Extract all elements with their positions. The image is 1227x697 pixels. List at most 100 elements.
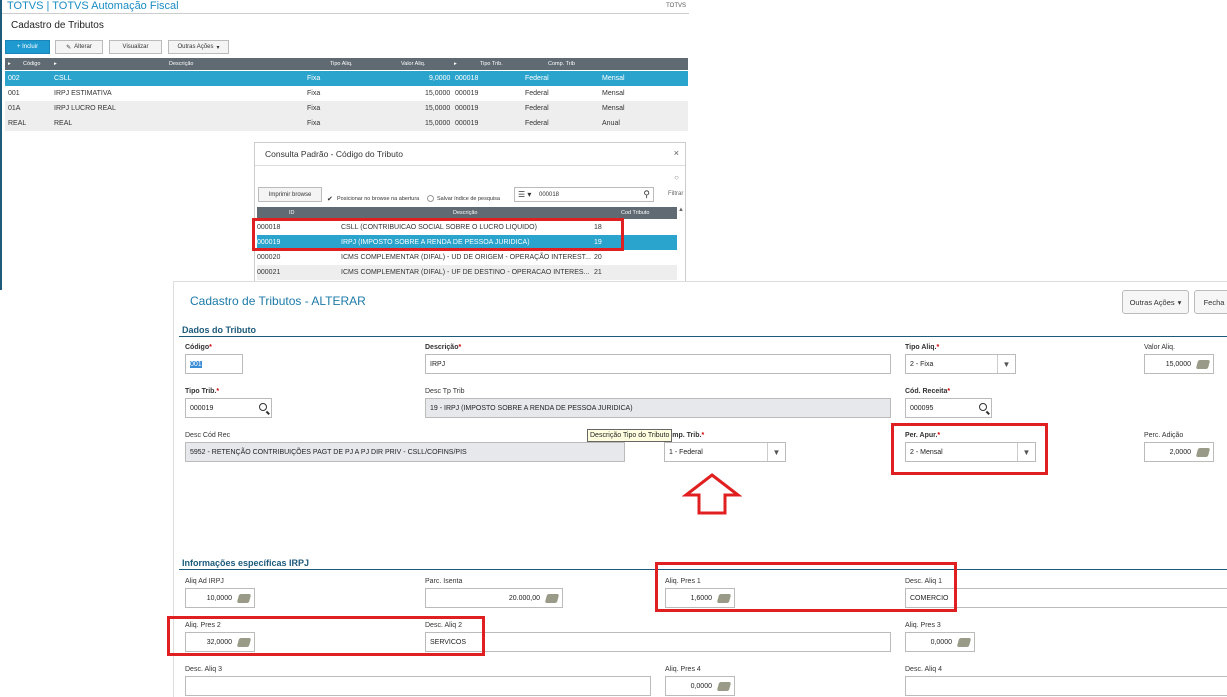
- scroll-up-icon[interactable]: ▲: [678, 207, 684, 213]
- cell-trib: 000018: [455, 75, 479, 82]
- arrow-up-icon: [682, 473, 742, 515]
- pres4-field[interactable]: 0,0000: [665, 676, 735, 696]
- divider: [255, 165, 685, 166]
- cell-per: Mensal: [602, 75, 625, 82]
- incluir-button[interactable]: + Incluir: [5, 40, 50, 54]
- dialog-title: Consulta Padrão - Código do Tributo: [265, 149, 403, 159]
- col-id[interactable]: ID: [289, 210, 295, 216]
- cell-codigo: 002: [8, 75, 20, 82]
- search-icon[interactable]: ⚲: [643, 189, 650, 200]
- filtrar-link[interactable]: Filtrar: [668, 191, 683, 197]
- cell-tipo: Fixa: [307, 75, 321, 82]
- col-tipo-aliq[interactable]: Tipo Aliq.: [330, 61, 352, 67]
- caret-down-icon: ▾: [1177, 297, 1182, 307]
- tipo-aliq-label: Tipo Aliq.*: [905, 344, 940, 351]
- valor-aliq-label: Valor Aliq.: [1144, 344, 1175, 351]
- descricao-field[interactable]: IRPJ: [425, 354, 891, 374]
- codigo-value: 001: [190, 361, 202, 368]
- visualizar-button[interactable]: Visualizar: [109, 40, 162, 54]
- cell-comp: Federal: [525, 120, 549, 127]
- cell-comp: Federal: [525, 90, 549, 97]
- highlight-box: [167, 616, 485, 656]
- column-selector-icon[interactable]: ☰ ▾: [518, 190, 531, 199]
- calculator-icon[interactable]: [544, 594, 560, 603]
- cell-codigo: 01A: [8, 105, 21, 112]
- col-tipo-trib[interactable]: Tipo Trib.: [480, 61, 503, 67]
- form-title: Cadastro de Tributos - ALTERAR: [190, 294, 366, 308]
- highlight-box: [252, 218, 624, 251]
- aliq-ad-field[interactable]: 10,0000: [185, 588, 255, 608]
- cell-valor: 15,0000: [425, 120, 451, 127]
- tipo-aliq-select[interactable]: 2 - Fixa ▼: [905, 354, 1016, 374]
- outras-acoes-button[interactable]: Outras Ações ▾: [1122, 290, 1189, 314]
- brand-label: TOTVS: [666, 3, 686, 9]
- circle-icon[interactable]: ○: [674, 173, 679, 182]
- col-descricao[interactable]: Descrição: [169, 61, 193, 67]
- table-row[interactable]: REAL REAL Fixa 15,0000 000019 Federal Anual: [5, 116, 688, 131]
- search-icon[interactable]: [259, 403, 267, 411]
- desc-cod-rec-field: 5952 - RETENÇÃO CONTRIBUIÇÕES PAGT DE PJ…: [185, 442, 625, 462]
- search-icon[interactable]: [979, 403, 987, 411]
- list-item[interactable]: 000020 ICMS COMPLEMENTAR (DIFAL) - UD DE …: [257, 250, 677, 265]
- outras-label: Outras Ações: [1129, 297, 1175, 307]
- sort-icon: ▸: [454, 61, 457, 67]
- pres3-field[interactable]: 0,0000: [905, 632, 975, 652]
- fechar-button[interactable]: Fecha: [1194, 290, 1227, 314]
- table-row[interactable]: 001 IRPJ ESTIMATIVA Fixa 15,0000 000019 Feder…: [5, 86, 688, 101]
- col-codigo[interactable]: Código: [23, 61, 40, 67]
- col-cod-tributo[interactable]: Cod Tributo: [621, 210, 649, 216]
- codigo-label: Código*: [185, 344, 212, 351]
- cell-codigo: REAL: [8, 120, 27, 127]
- cell-descricao: CSLL: [54, 75, 72, 82]
- perc-adicao-field[interactable]: 2,0000: [1144, 442, 1214, 462]
- app-title: TOTVS | TOTVS Automação Fiscal: [7, 0, 179, 12]
- calculator-icon[interactable]: [236, 594, 252, 603]
- chevron-down-icon[interactable]: ▼: [997, 355, 1015, 373]
- tipo-trib-field[interactable]: 000019: [185, 398, 272, 418]
- search-input[interactable]: 000018: [539, 192, 559, 198]
- codigo-field[interactable]: 001: [185, 354, 243, 374]
- cell-desc: ICMS COMPLEMENTAR (DIFAL) - UD DE ORIGEM…: [341, 254, 591, 261]
- col-descricao[interactable]: Descrição: [453, 210, 477, 216]
- calculator-icon[interactable]: [956, 638, 972, 647]
- calculator-icon[interactable]: [716, 682, 732, 691]
- comp-trib-select[interactable]: 1 - Federal ▼: [664, 442, 786, 462]
- calculator-icon[interactable]: [1195, 360, 1211, 369]
- table-row[interactable]: 01A IRPJ LUCRO REAL Fixa 15,0000 000019 Feder…: [5, 101, 688, 116]
- chk-salvar-label: Salvar índice de pesquisa: [437, 196, 500, 202]
- imprimir-browse-button[interactable]: Imprimir browse: [258, 187, 322, 202]
- cod-receita-field[interactable]: 000095: [905, 398, 992, 418]
- cell-comp: Federal: [525, 105, 549, 112]
- alterar-label: Alterar: [74, 44, 92, 50]
- cell-tipo: Fixa: [307, 90, 321, 97]
- cell-valor: 15,0000: [425, 105, 451, 112]
- cell-id: 000021: [257, 269, 281, 276]
- close-icon[interactable]: ×: [674, 148, 679, 158]
- table-row[interactable]: 002 CSLL Fixa 9,0000 000018 Federal Mensal: [5, 71, 688, 86]
- outras-label: Outras Ações: [177, 44, 214, 50]
- search-box[interactable]: ☰ ▾ 000018 ⚲: [514, 187, 654, 202]
- valor-aliq-field[interactable]: 15,0000: [1144, 354, 1214, 374]
- descricao-label: Descrição*: [425, 344, 462, 351]
- alterar-button[interactable]: ✎ Alterar: [55, 40, 103, 54]
- desc-cod-rec-label: Desc Cód Rec: [185, 432, 231, 439]
- parc-isenta-field[interactable]: 20.000,00: [425, 588, 563, 608]
- list-item[interactable]: 000021 ICMS COMPLEMENTAR (DIFAL) - UF DE …: [257, 265, 677, 280]
- comp-trib-label: omp. Trib.*: [668, 432, 705, 439]
- cell-per: Mensal: [602, 105, 625, 112]
- col-valor-aliq[interactable]: Valor Aliq.: [401, 61, 425, 67]
- desc2-field[interactable]: SERVICOS: [425, 632, 891, 652]
- desc4-label: Desc. Aliq 4: [905, 666, 942, 673]
- divider: [179, 336, 1227, 337]
- checkbox-empty-icon[interactable]: [427, 195, 434, 202]
- chk-posicionar-label: Posicionar no browse na abertura: [337, 196, 420, 202]
- chevron-down-icon[interactable]: ▼: [767, 443, 785, 461]
- pres3-label: Aliq. Pres 3: [905, 622, 941, 629]
- cell-cod: 21: [594, 269, 602, 276]
- calculator-icon[interactable]: [1195, 448, 1211, 457]
- desc3-field[interactable]: [185, 676, 651, 696]
- col-comp-trib[interactable]: Comp. Trib: [548, 61, 575, 67]
- checkbox-checked-icon[interactable]: ✔: [327, 195, 333, 203]
- outras-acoes-button[interactable]: Outras Ações ▾: [168, 40, 229, 54]
- desc4-field[interactable]: [905, 676, 1227, 696]
